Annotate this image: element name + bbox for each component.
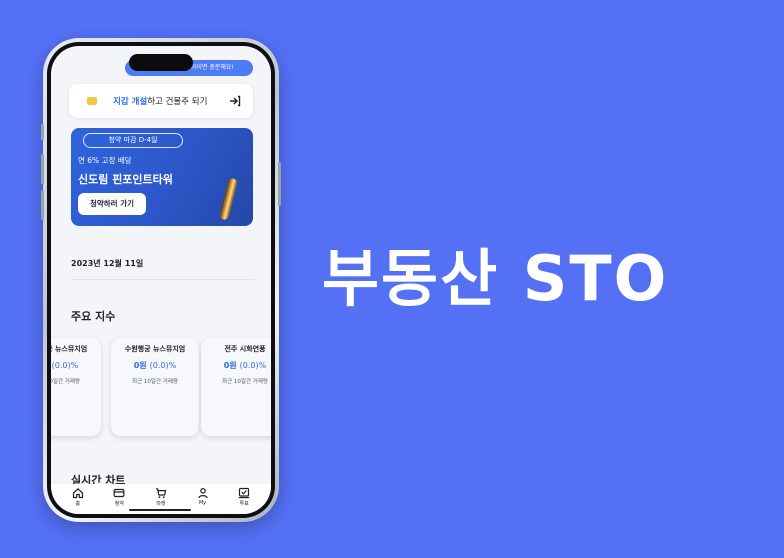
index-price: 0원 [223,361,237,370]
index-price: 0원 [133,361,147,370]
volume-up-button [41,154,44,184]
card-icon [113,488,125,498]
dynamic-island [129,54,193,71]
home-icon [72,488,83,499]
bottom-tab-bar: 홈 청약 마켓 My 투표 [51,484,271,514]
index-value: 0원(0.0)% [51,360,101,371]
indices-title: 주요 지수 [71,310,116,323]
app-screen: 2000원 적립금 받아이면 충분해요! 지갑 개설하고 건물주 되기 청약 마… [51,46,271,514]
headline-title: 부동산 STO [322,242,669,315]
home-indicator [129,509,191,511]
subscription-banner[interactable]: 청약 마감 D-4일 연 6% 고정 배당 신도림 핀포인트타워 청약하러 가기 [71,128,253,226]
cart-icon [155,488,167,499]
index-volume-label: 최근 10일간 거래량 [222,379,268,385]
index-change: (0.0)% [149,361,177,370]
banner-title: 신도림 핀포인트타워 [78,173,173,186]
tab-vote[interactable]: 투표 [227,484,261,507]
tab-my[interactable]: My [186,484,220,506]
wallet-highlight: 지갑 개설 [113,97,148,107]
index-card[interactable]: 수원행궁 뉴스뮤지엄 0원(0.0)% 최근 10일간 거래량 [51,338,101,436]
wallet-open-bar[interactable]: 지갑 개설하고 건물주 되기 [69,84,253,118]
wallet-text: 지갑 개설하고 건물주 되기 [113,95,207,107]
tab-label: 마켓 [156,501,166,507]
login-arrow-icon [230,95,241,107]
wallet-rest: 하고 건물주 되기 [147,97,208,107]
index-name: 수원행궁 뉴스뮤지엄 [124,345,186,353]
tab-market[interactable]: 마켓 [144,484,178,507]
deadline-badge: 청약 마감 D-4일 [83,133,183,148]
power-button [278,162,281,206]
index-volume-label: 최근 10일간 거래량 [132,379,178,385]
index-name: 전주 시화연풍 [224,345,266,353]
tab-subscription[interactable]: 청약 [102,484,136,507]
volume-down-button [41,190,44,220]
subscribe-button[interactable]: 청약하러 가기 [78,193,146,215]
coin-icon [219,177,238,221]
divider [71,279,255,280]
phone-frame: 2000원 적립금 받아이면 충분해요! 지갑 개설하고 건물주 되기 청약 마… [41,38,281,522]
index-value: 0원(0.0)% [201,360,271,371]
index-volume-label: 최근 10일간 거래량 [51,379,80,385]
tab-label: 청약 [114,501,124,507]
tab-label: My [198,500,207,506]
index-change: (0.0)% [51,361,79,370]
index-card[interactable]: 전주 시화연풍 0원 (0.0)% 최근 10일간 거래량 [201,338,271,436]
banner-subtitle: 연 6% 고정 배당 [78,156,132,165]
tab-home[interactable]: 홈 [61,484,95,507]
index-card[interactable]: 수원행궁 뉴스뮤지엄 0원(0.0)% 최근 10일간 거래량 [111,338,199,436]
tab-label: 투표 [239,501,249,507]
index-name: 수원행궁 뉴스뮤지엄 [51,345,88,353]
mute-switch [41,124,44,140]
index-value: 0원(0.0)% [111,360,199,371]
current-date: 2023년 12월 11일 [71,259,144,268]
index-change: (0.0)% [239,361,267,370]
person-icon [197,487,208,499]
vote-icon [238,487,250,499]
wallet-icon [87,97,97,105]
tab-label: 홈 [75,501,81,507]
